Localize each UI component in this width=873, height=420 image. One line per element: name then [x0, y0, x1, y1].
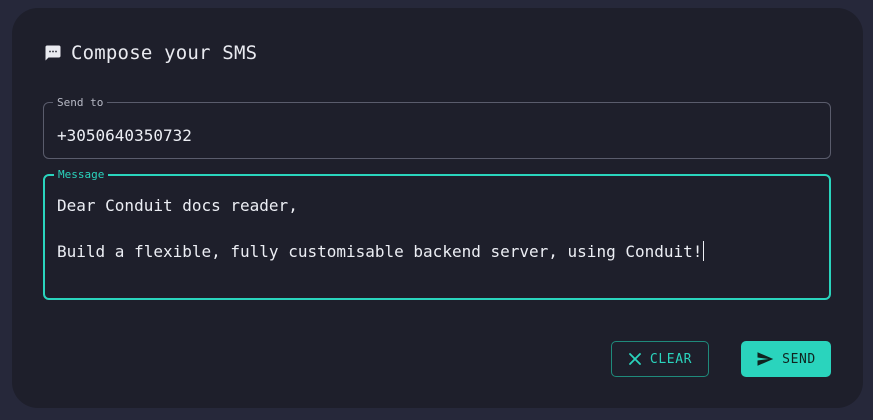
- page-title: Compose your SMS: [71, 42, 258, 64]
- chat-icon: [44, 44, 62, 62]
- message-line-1: Dear Conduit docs reader,: [57, 196, 298, 215]
- message-line-2: ​: [57, 217, 704, 240]
- message-label: Message: [58, 168, 105, 181]
- message-field[interactable]: Message Dear Conduit docs reader, ​Build …: [43, 169, 831, 300]
- sms-compose-card: Compose your SMS Send to +3050640350732 …: [12, 8, 863, 408]
- send-icon: [756, 350, 774, 368]
- message-textarea[interactable]: Dear Conduit docs reader, ​Build a flexib…: [57, 194, 705, 263]
- message-line-3: Build a flexible, fully customisable bac…: [57, 241, 705, 261]
- send-to-field[interactable]: Send to +3050640350732: [43, 97, 831, 159]
- send-button-label: SEND: [782, 351, 816, 367]
- card-header: Compose your SMS: [44, 42, 257, 64]
- close-icon: [628, 352, 642, 366]
- clear-button[interactable]: CLEAR: [611, 341, 709, 377]
- clear-button-label: CLEAR: [649, 351, 693, 367]
- send-to-label: Send to: [57, 96, 104, 109]
- send-to-input[interactable]: +3050640350732: [57, 126, 192, 145]
- text-caret: [703, 241, 705, 261]
- send-button[interactable]: SEND: [741, 341, 831, 377]
